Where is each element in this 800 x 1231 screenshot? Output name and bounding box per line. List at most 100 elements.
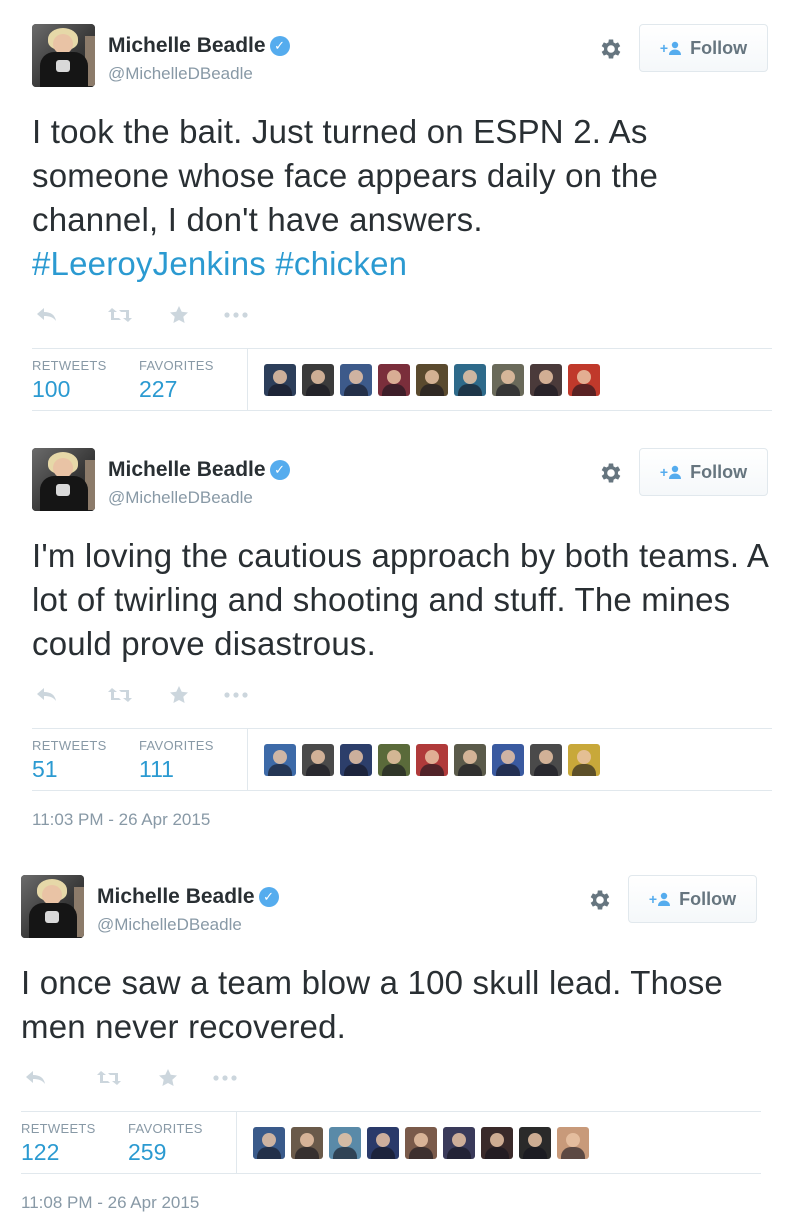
favoriter-avatars xyxy=(264,364,600,396)
retweet-icon[interactable] xyxy=(89,1063,129,1093)
favoriter-avatar[interactable] xyxy=(568,744,600,776)
favoriter-avatar[interactable] xyxy=(329,1127,361,1159)
hashtag-link[interactable]: #chicken xyxy=(275,245,407,282)
favoriter-avatar[interactable] xyxy=(416,744,448,776)
favorite-count: 227 xyxy=(139,376,178,402)
retweets-stat[interactable]: RETWEETS 100 xyxy=(32,349,139,410)
verified-badge-icon: ✓ xyxy=(269,36,290,56)
favoriter-avatar[interactable] xyxy=(416,364,448,396)
favoriter-avatars xyxy=(264,744,600,776)
divider xyxy=(236,1112,237,1173)
favoriter-avatar[interactable] xyxy=(568,364,600,396)
favoriter-avatar[interactable] xyxy=(302,744,334,776)
author-name-text: Michelle Beadle xyxy=(97,885,255,908)
tweet-header: Michelle Beadle ✓ @MichelleDBeadle + Foll… xyxy=(32,24,772,90)
retweet-icon[interactable] xyxy=(100,300,140,330)
divider xyxy=(247,729,248,790)
favorites-stat[interactable]: FAVORITES 227 xyxy=(139,349,246,410)
avatar[interactable] xyxy=(32,448,95,511)
timestamp[interactable]: 11:08 PM - 26 Apr 2015 xyxy=(21,1193,761,1213)
favoriter-avatar[interactable] xyxy=(340,364,372,396)
star-icon[interactable] xyxy=(164,300,194,330)
tweet-stats: RETWEETS 122 FAVORITES 259 xyxy=(21,1111,761,1174)
avatar[interactable] xyxy=(21,875,84,938)
favoriter-avatar[interactable] xyxy=(367,1127,399,1159)
follow-label: Follow xyxy=(679,888,737,909)
tweet-actions xyxy=(32,300,772,330)
follow-button[interactable]: + Follow xyxy=(639,448,768,496)
retweet-count: 122 xyxy=(21,1139,60,1165)
gear-icon[interactable] xyxy=(598,460,624,486)
favoriter-avatars xyxy=(253,1127,589,1159)
favoriter-avatar[interactable] xyxy=(443,1127,475,1159)
favoriter-avatar[interactable] xyxy=(378,744,410,776)
reply-icon[interactable] xyxy=(32,680,62,710)
avatar[interactable] xyxy=(32,24,95,87)
follow-button[interactable]: + Follow xyxy=(628,875,757,923)
add-user-icon: + xyxy=(660,40,682,56)
follow-button[interactable]: + Follow xyxy=(639,24,768,72)
author-handle[interactable]: @MichelleDBeadle xyxy=(108,488,253,508)
stat-label: FAVORITES xyxy=(139,738,214,753)
author-name[interactable]: Michelle Beadle ✓ xyxy=(108,34,290,58)
reply-icon[interactable] xyxy=(21,1063,51,1093)
author-name[interactable]: Michelle Beadle ✓ xyxy=(108,458,290,482)
favoriter-avatar[interactable] xyxy=(340,744,372,776)
favorites-stat[interactable]: FAVORITES 259 xyxy=(128,1112,235,1173)
author-name-text: Michelle Beadle xyxy=(108,458,266,481)
divider xyxy=(247,349,248,410)
more-icon[interactable] xyxy=(205,1063,245,1093)
favoriter-avatar[interactable] xyxy=(253,1127,285,1159)
tweet-text: I took the bait. Just turned on ESPN 2. … xyxy=(32,110,772,286)
favoriter-avatar[interactable] xyxy=(492,364,524,396)
author-name-text: Michelle Beadle xyxy=(108,34,266,57)
retweets-stat[interactable]: RETWEETS 51 xyxy=(32,729,139,790)
favoriter-avatar[interactable] xyxy=(302,364,334,396)
star-icon[interactable] xyxy=(164,680,194,710)
tweet-actions xyxy=(21,1063,761,1093)
follow-label: Follow xyxy=(690,461,748,482)
favoriter-avatar[interactable] xyxy=(454,364,486,396)
hashtag-link[interactable]: #LeeroyJenkins xyxy=(32,245,266,282)
stat-label: RETWEETS xyxy=(32,358,107,373)
retweet-icon[interactable] xyxy=(100,680,140,710)
add-user-icon: + xyxy=(660,464,682,480)
more-icon[interactable] xyxy=(216,680,256,710)
favoriter-avatar[interactable] xyxy=(454,744,486,776)
tweet-header: Michelle Beadle ✓ @MichelleDBeadle + Foll… xyxy=(21,875,761,941)
author-handle[interactable]: @MichelleDBeadle xyxy=(108,64,253,84)
verified-badge-icon: ✓ xyxy=(258,887,279,907)
favoriter-avatar[interactable] xyxy=(557,1127,589,1159)
favoriter-avatar[interactable] xyxy=(530,364,562,396)
stat-label: FAVORITES xyxy=(139,358,214,373)
stat-label: RETWEETS xyxy=(32,738,107,753)
tweet: Michelle Beadle ✓ @MichelleDBeadle + Foll… xyxy=(21,875,761,1213)
add-user-icon: + xyxy=(649,891,671,907)
favoriter-avatar[interactable] xyxy=(291,1127,323,1159)
author-name[interactable]: Michelle Beadle ✓ xyxy=(97,885,279,909)
timestamp[interactable]: 11:03 PM - 26 Apr 2015 xyxy=(32,810,772,830)
retweet-count: 100 xyxy=(32,376,71,402)
follow-label: Follow xyxy=(690,37,748,58)
tweet: Michelle Beadle ✓ @MichelleDBeadle + Foll… xyxy=(32,448,772,830)
favoriter-avatar[interactable] xyxy=(264,364,296,396)
gear-icon[interactable] xyxy=(587,887,613,913)
retweets-stat[interactable]: RETWEETS 122 xyxy=(21,1112,128,1173)
favoriter-avatar[interactable] xyxy=(264,744,296,776)
retweet-count: 51 xyxy=(32,756,58,782)
favorites-stat[interactable]: FAVORITES 111 xyxy=(139,729,246,790)
star-icon[interactable] xyxy=(153,1063,183,1093)
author-handle[interactable]: @MichelleDBeadle xyxy=(97,915,242,935)
favoriter-avatar[interactable] xyxy=(405,1127,437,1159)
favoriter-avatar[interactable] xyxy=(530,744,562,776)
tweet-actions xyxy=(32,680,772,710)
gear-icon[interactable] xyxy=(598,36,624,62)
reply-icon[interactable] xyxy=(32,300,62,330)
more-icon[interactable] xyxy=(216,300,256,330)
favoriter-avatar[interactable] xyxy=(378,364,410,396)
favoriter-avatar[interactable] xyxy=(492,744,524,776)
favoriter-avatar[interactable] xyxy=(481,1127,513,1159)
favoriter-avatar[interactable] xyxy=(519,1127,551,1159)
tweet: Michelle Beadle ✓ @MichelleDBeadle + Foll… xyxy=(32,24,772,411)
tweet-stats: RETWEETS 51 FAVORITES 111 xyxy=(32,728,772,791)
